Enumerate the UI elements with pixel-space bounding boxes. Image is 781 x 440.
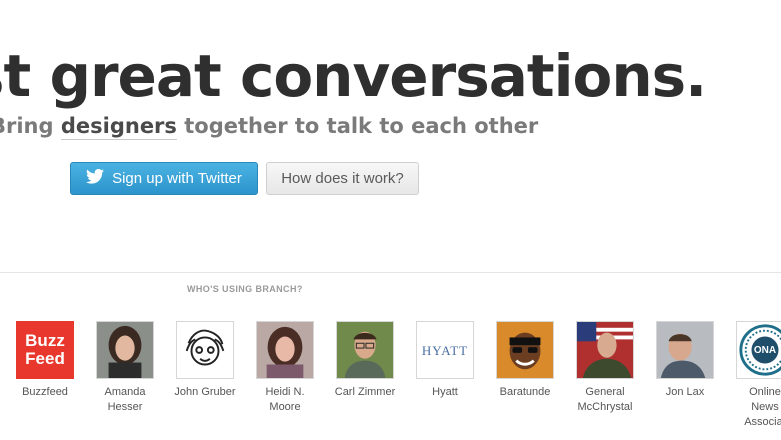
users-heading: WHO'S USING BRANCH? <box>187 284 303 294</box>
user-name: Baratunde <box>499 386 551 398</box>
avatar: ONA <box>736 321 781 379</box>
subtitle-trail: together to talk to each other <box>176 114 539 138</box>
user-heidi-moore[interactable]: Heidi N. Moore <box>245 321 325 415</box>
user-baratunde[interactable]: Baratunde <box>485 321 565 400</box>
user-name: Heidi N. Moore <box>265 386 305 413</box>
avatar <box>656 321 714 379</box>
avatar <box>256 321 314 379</box>
user-general-mcchrystal[interactable]: General McChrystal <box>565 321 645 415</box>
user-name: Carl Zimmer <box>334 386 396 398</box>
avatar <box>576 321 634 379</box>
user-name: Buzzfeed <box>22 386 68 398</box>
user-name: Hyatt <box>432 386 458 398</box>
avatar: HYATT <box>416 321 474 379</box>
user-online-news-association[interactable]: ONA OnlineNewsAssociat <box>725 321 781 430</box>
user-name: John Gruber <box>174 386 236 398</box>
buzzfeed-logo-line1: Buzz <box>25 331 65 350</box>
ona-logo: ONA <box>753 345 777 356</box>
hero-subtitle: Bring designers together to talk to each… <box>0 114 539 140</box>
avatar: Buzz Feed <box>16 321 74 379</box>
user-name: Jon Lax <box>665 386 705 398</box>
avatar <box>496 321 554 379</box>
avatar <box>176 321 234 379</box>
user-buzzfeed[interactable]: Buzz Feed Buzzfeed <box>5 321 85 400</box>
twitter-bird-icon <box>86 168 105 188</box>
hero-title: st great conversations. <box>0 42 707 110</box>
hyatt-logo: HYATT <box>421 343 469 358</box>
user-carl-zimmer[interactable]: Carl Zimmer <box>325 321 405 400</box>
subtitle-keyword[interactable]: designers <box>60 114 177 140</box>
user-name: OnlineNewsAssociat <box>744 386 781 428</box>
user-jon-lax[interactable]: Jon Lax <box>645 321 725 400</box>
user-name: General McChrystal <box>577 386 633 413</box>
sign-up-twitter-button[interactable]: Sign up with Twitter <box>70 162 258 195</box>
how-does-it-work-button[interactable]: How does it work? <box>266 162 419 195</box>
how-button-label: How does it work? <box>281 170 404 187</box>
buzzfeed-logo-line2: Feed <box>25 349 65 368</box>
subtitle-lead: Bring <box>0 114 54 138</box>
avatar <box>96 321 154 379</box>
user-name: Amanda Hesser <box>104 386 146 413</box>
section-divider <box>0 272 781 273</box>
twitter-button-label: Sign up with Twitter <box>112 170 242 187</box>
avatar <box>336 321 394 379</box>
user-hyatt[interactable]: HYATT Hyatt <box>405 321 485 400</box>
user-amanda-hesser[interactable]: Amanda Hesser <box>85 321 165 415</box>
user-john-gruber[interactable]: John Gruber <box>165 321 245 400</box>
